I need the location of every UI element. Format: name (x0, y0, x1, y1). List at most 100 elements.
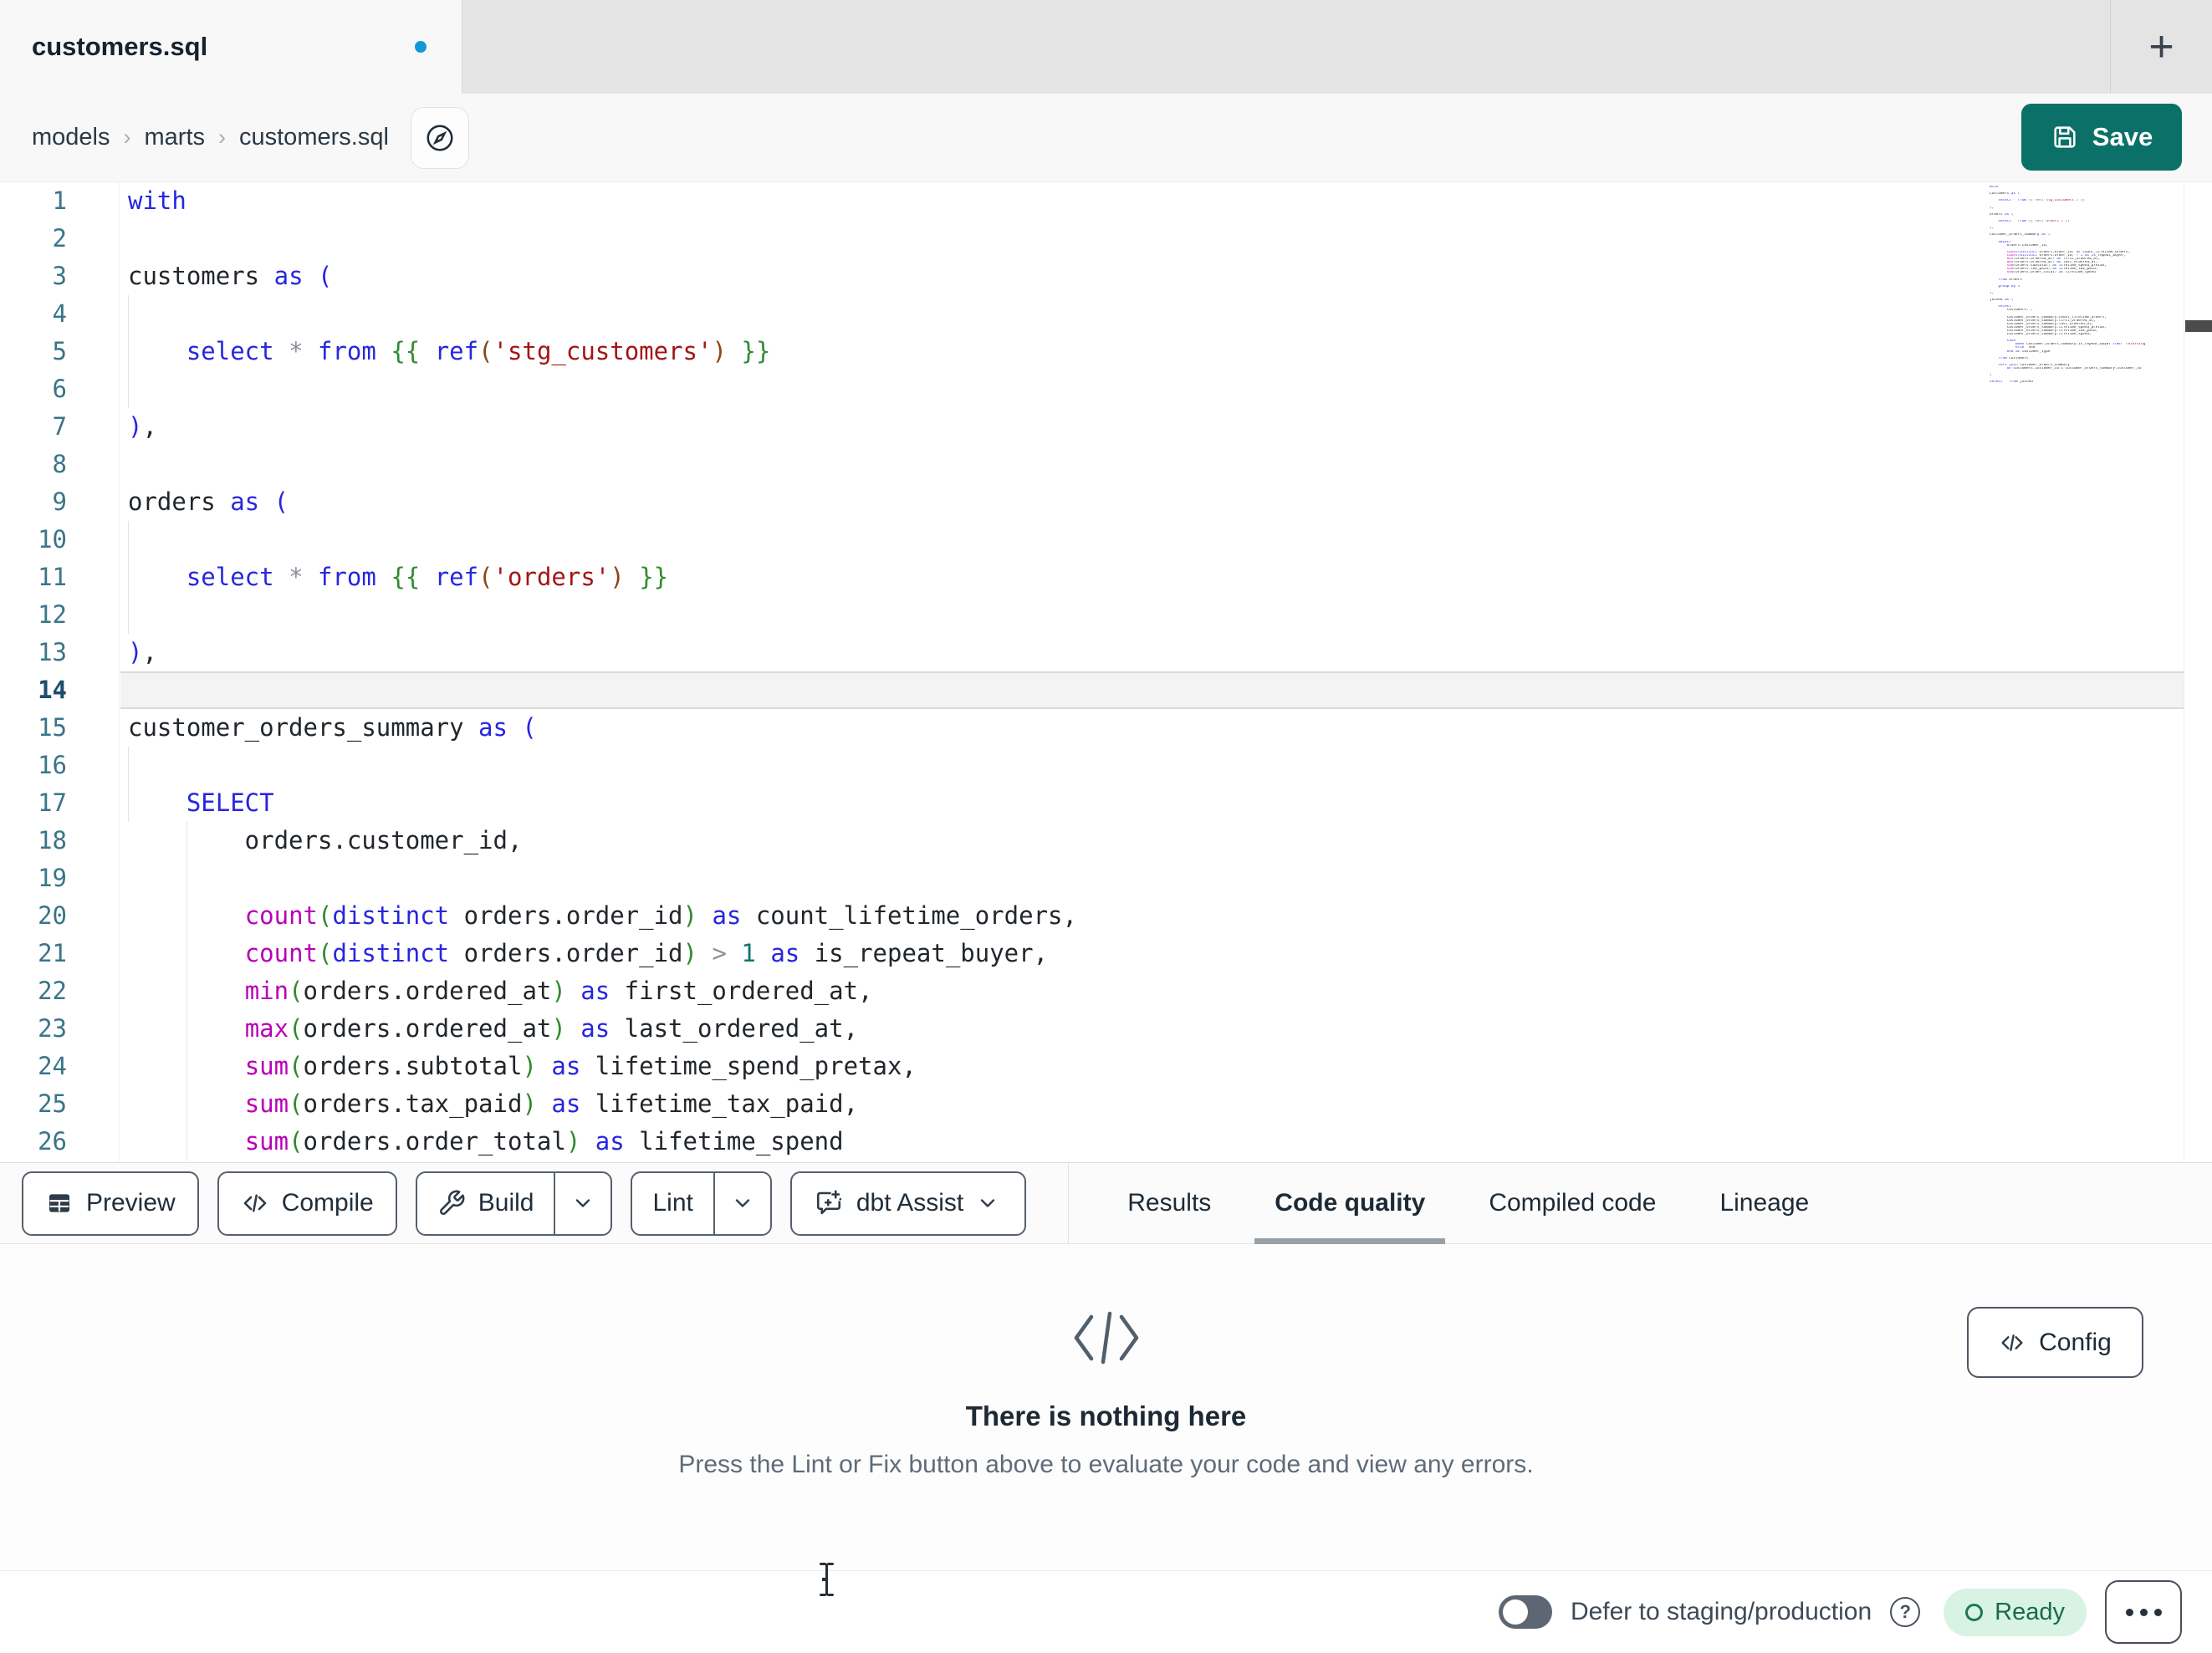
code-line[interactable] (120, 446, 2184, 483)
breadcrumb-item-marts[interactable]: marts (145, 124, 206, 151)
scrollbar-thumb[interactable] (2185, 320, 2212, 332)
minimap-line: select * from joined (1990, 380, 2033, 385)
line-number: 13 (38, 638, 67, 666)
defer-toggle[interactable] (1498, 1595, 1552, 1629)
code-line[interactable]: sum(orders.order_total) as lifetime_spen… (120, 1123, 2184, 1161)
code-line[interactable] (120, 860, 2184, 897)
code-line[interactable] (120, 521, 2184, 559)
file-tab-customers-sql[interactable]: customers.sql (0, 0, 462, 94)
ready-circle-icon (1965, 1603, 1984, 1621)
config-button[interactable]: Config (1967, 1307, 2143, 1378)
file-tab-title: customers.sql (32, 32, 208, 61)
line-number: 14 (38, 676, 67, 704)
line-number: 8 (52, 450, 67, 478)
code-icon (243, 1194, 267, 1212)
new-tab-button[interactable]: + (2148, 25, 2174, 69)
line-number: 17 (38, 788, 67, 817)
save-button[interactable]: Save (2021, 104, 2182, 171)
compile-button[interactable]: Compile (217, 1171, 397, 1236)
line-number: 3 (52, 262, 67, 290)
more-options-button[interactable] (2105, 1580, 2182, 1644)
dbt-cloud-ide: customers.sql + models › marts › custome… (0, 0, 2212, 1653)
tab-results[interactable]: Results (1127, 1162, 1211, 1244)
minimap[interactable]: with customers as ( select * from {{ ref(… (1990, 186, 2184, 384)
empty-state-subtitle: Press the Lint or Fix button above to ev… (678, 1451, 1534, 1478)
code-line[interactable] (120, 370, 2184, 408)
code-editor[interactable]: 1 2 3 4 5 6 7 8 9 10 11 12 13 14 15 16 17 18 19 20 21 22 23 24 2… (0, 182, 2212, 1162)
tab-compiled-code[interactable]: Compiled code (1489, 1162, 1656, 1244)
code-line[interactable]: orders.customer_id, (120, 822, 2184, 860)
code-area[interactable]: with customers as ( select * from {{ ref(… (120, 182, 2184, 1162)
code-line[interactable]: ), (120, 634, 2184, 671)
code-quality-panel: There is nothing here Press the Lint or … (0, 1245, 2212, 1570)
tab-code-quality[interactable]: Code quality (1254, 1162, 1446, 1244)
code-line[interactable]: with (120, 182, 2184, 220)
help-icon[interactable]: ? (1890, 1597, 1921, 1627)
save-icon (2054, 126, 2076, 148)
lint-button[interactable]: Lint (632, 1173, 713, 1234)
text-cursor-pointer (815, 1560, 837, 1599)
unsaved-changes-dot-icon (415, 41, 427, 53)
wrench-icon (439, 1190, 465, 1215)
code-line[interactable] (120, 671, 2184, 709)
tab-compiled-code-label: Compiled code (1489, 1189, 1657, 1217)
code-line[interactable] (120, 295, 2184, 333)
lint-dropdown-button[interactable] (713, 1172, 770, 1234)
preview-button[interactable]: Preview (22, 1171, 199, 1236)
dbt-assist-button[interactable]: dbt Assist (789, 1171, 1027, 1236)
code-line[interactable] (120, 596, 2184, 634)
line-number: 6 (52, 375, 67, 403)
breadcrumb-separator: › (218, 125, 226, 150)
status-badge: Ready (1944, 1588, 2087, 1636)
code-line[interactable] (120, 747, 2184, 784)
code-line[interactable]: sum(orders.subtotal) as lifetime_spend_p… (120, 1048, 2184, 1085)
assist-chat-sparkle-icon (816, 1190, 841, 1215)
compass-icon (427, 124, 453, 151)
build-button-group: Build (415, 1171, 613, 1236)
editor-action-row: Preview Compile Build Lint dbt Assist Re… (0, 1162, 2212, 1244)
code-line[interactable]: count(distinct orders.order_id) > 1 as i… (120, 935, 2184, 972)
breadcrumb-separator: › (123, 125, 131, 150)
line-number: 12 (38, 600, 67, 629)
line-number: 26 (38, 1127, 67, 1156)
ready-label: Ready (1995, 1598, 2065, 1625)
code-line[interactable]: customers as ( (120, 258, 2184, 295)
breadcrumb-row: models › marts › customers.sql Save (0, 94, 2212, 182)
code-line[interactable]: select * from {{ ref('stg_customers') }} (120, 333, 2184, 370)
build-label: Build (478, 1189, 534, 1217)
line-number: 25 (38, 1089, 67, 1118)
code-line[interactable]: SELECT (120, 784, 2184, 822)
code-icon (2001, 1334, 2023, 1351)
code-line[interactable]: sum(orders.tax_paid) as lifetime_tax_pai… (120, 1085, 2184, 1123)
dbt-assist-label: dbt Assist (856, 1189, 964, 1217)
line-number: 15 (38, 713, 67, 742)
explore-lineage-button[interactable] (410, 106, 469, 169)
code-line[interactable]: count(distinct orders.order_id) as count… (120, 897, 2184, 935)
line-number: 5 (52, 337, 67, 365)
line-number: 18 (38, 826, 67, 855)
code-line[interactable]: max(orders.ordered_at) as last_ordered_a… (120, 1010, 2184, 1048)
code-line[interactable]: orders as ( (120, 483, 2184, 521)
code-line[interactable]: min(orders.ordered_at) as first_ordered_… (120, 972, 2184, 1010)
panel-tabs: Results Code quality Compiled code Linea… (1127, 1162, 1809, 1244)
code-line[interactable]: ), (120, 408, 2184, 446)
tab-lineage[interactable]: Lineage (1719, 1162, 1809, 1244)
build-button[interactable]: Build (417, 1173, 554, 1234)
code-line[interactable] (120, 220, 2184, 258)
tab-results-label: Results (1127, 1189, 1212, 1217)
chevron-down-icon (576, 1199, 590, 1207)
line-number: 23 (38, 1014, 67, 1043)
line-number: 10 (38, 525, 67, 554)
code-line[interactable]: select * from {{ ref('orders') }} (120, 559, 2184, 596)
line-number: 24 (38, 1052, 67, 1080)
build-dropdown-button[interactable] (554, 1172, 610, 1234)
editor-scrollbar[interactable] (2184, 182, 2212, 1162)
toolbar-divider (1068, 1163, 1070, 1243)
breadcrumb-item-models[interactable]: models (32, 124, 110, 151)
compile-label: Compile (281, 1189, 374, 1217)
line-number-gutter: 1 2 3 4 5 6 7 8 9 10 11 12 13 14 15 16 17 18 19 20 21 22 23 24 2… (0, 182, 120, 1162)
defer-label: Defer to staging/production (1570, 1598, 1872, 1625)
code-brackets-icon (1074, 1311, 1138, 1365)
line-number: 1 (52, 186, 67, 215)
code-line[interactable]: customer_orders_summary as ( (120, 709, 2184, 747)
